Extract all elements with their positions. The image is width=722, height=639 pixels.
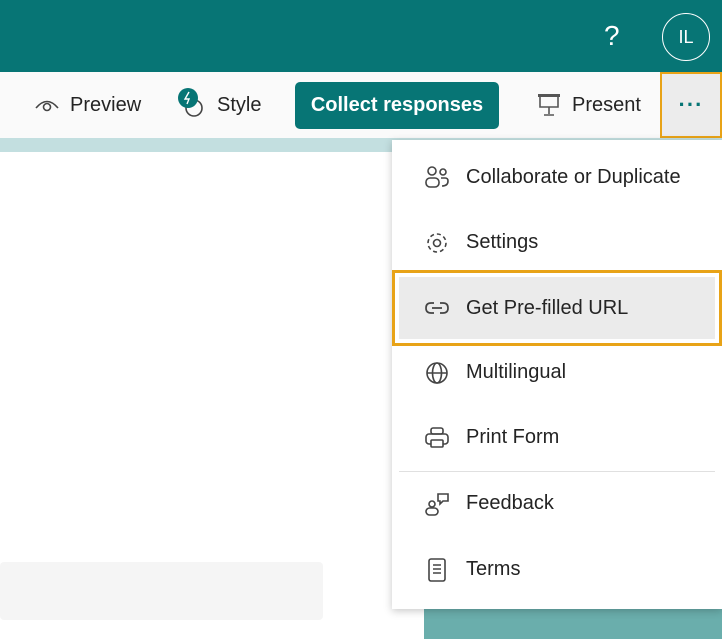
menu-item-collaborate[interactable]: Collaborate or Duplicate bbox=[392, 145, 722, 210]
help-button[interactable]: ? bbox=[604, 20, 620, 52]
present-label: Present bbox=[572, 93, 641, 116]
feedback-icon bbox=[425, 492, 449, 516]
more-options-menu: Collaborate or Duplicate Settings Get Pr… bbox=[392, 140, 722, 609]
toolbar: Preview Style Collect responses Present … bbox=[0, 72, 722, 138]
menu-item-print-form[interactable]: Print Form bbox=[392, 405, 722, 470]
menu-item-label: Get Pre-filled URL bbox=[466, 296, 629, 319]
form-input-area[interactable] bbox=[0, 562, 323, 620]
collect-responses-button[interactable]: Collect responses bbox=[295, 82, 499, 129]
menu-item-terms[interactable]: Terms bbox=[392, 537, 722, 602]
style-label: Style bbox=[217, 93, 262, 116]
globe-icon bbox=[426, 361, 448, 384]
link-icon bbox=[425, 302, 449, 314]
menu-item-label: Multilingual bbox=[466, 361, 567, 383]
eye-icon bbox=[35, 100, 59, 112]
preview-button[interactable]: Preview bbox=[34, 72, 141, 138]
more-options-button[interactable]: ··· bbox=[660, 72, 722, 138]
form-footer-block bbox=[424, 608, 722, 639]
avatar[interactable]: IL bbox=[662, 13, 710, 61]
gear-icon bbox=[427, 232, 447, 253]
menu-item-feedback[interactable]: Feedback bbox=[392, 471, 722, 536]
menu-item-label: Settings bbox=[466, 231, 539, 253]
app-header: ? IL bbox=[0, 0, 722, 72]
menu-item-label: Collaborate or Duplicate bbox=[466, 166, 681, 188]
preview-label: Preview bbox=[70, 93, 142, 116]
menu-item-settings[interactable]: Settings bbox=[392, 210, 722, 275]
present-button[interactable]: Present bbox=[536, 72, 641, 138]
present-icon bbox=[538, 94, 560, 116]
menu-item-prefilled-url[interactable]: Get Pre-filled URL bbox=[392, 270, 722, 346]
palette-icon bbox=[178, 88, 203, 117]
menu-item-label: Print Form bbox=[466, 426, 560, 448]
menu-item-label: Feedback bbox=[466, 492, 554, 514]
menu-item-multilingual[interactable]: Multilingual bbox=[392, 340, 722, 405]
printer-icon bbox=[425, 426, 449, 448]
people-icon bbox=[425, 165, 449, 188]
style-button[interactable]: Style bbox=[177, 72, 261, 138]
document-icon bbox=[428, 557, 446, 582]
menu-item-label: Terms bbox=[466, 558, 521, 580]
